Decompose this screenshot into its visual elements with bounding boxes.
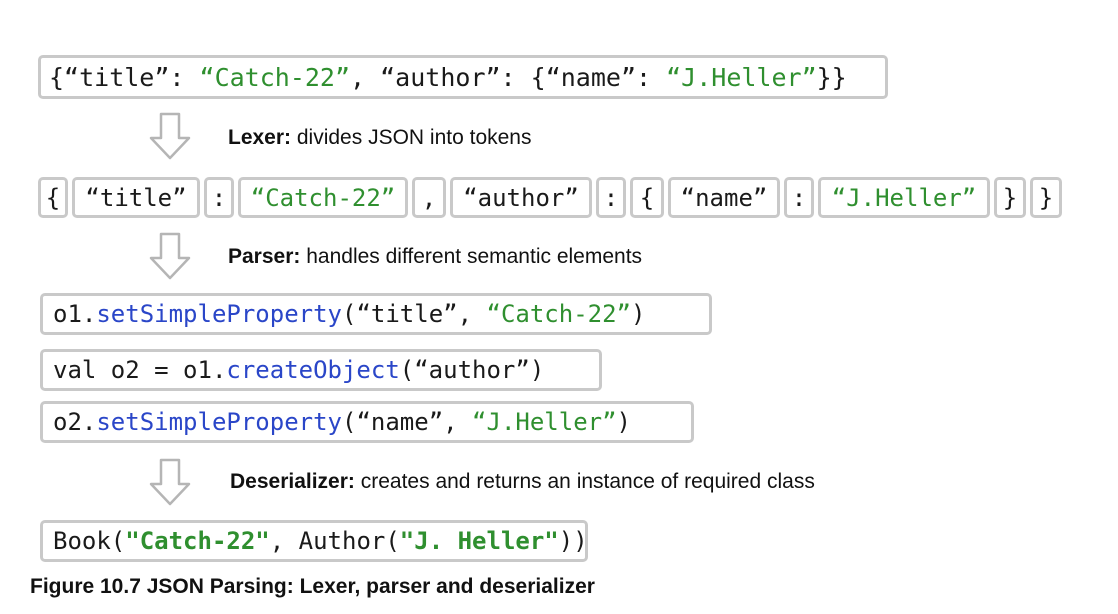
json-input-box: {“title”: “Catch-22”, “author”: {“name”:… (38, 55, 888, 99)
token: , (412, 177, 446, 218)
code-string: “Catch-22” (486, 300, 632, 328)
token: } (1030, 177, 1062, 218)
code-text: o1. (53, 300, 97, 328)
code-text: val o2 = o1. (53, 356, 227, 384)
deserializer-step-label: Deserializer: creates and returns an ins… (230, 470, 815, 494)
code-text: (“author”) (399, 356, 545, 384)
json-text-part: , “author”: {“name”: (350, 62, 667, 92)
result-string-author: "J. Heller" (399, 527, 559, 555)
code-text: ) (616, 408, 631, 436)
token: { (38, 177, 68, 218)
code-string: “J.Heller” (472, 408, 617, 436)
parser-description: handles different semantic elements (300, 245, 643, 268)
parser-code-line-1: o1. setSimpleProperty (“title”, “Catch-22”… (40, 293, 712, 335)
result-object-box: Book("Catch-22", Author("J. Heller")) (40, 520, 588, 562)
result-string-title: "Catch-22" (125, 527, 270, 555)
code-text: , Author( (269, 527, 400, 555)
token: “J.Heller” (818, 177, 990, 218)
json-string-title: “Catch-22” (199, 62, 351, 92)
token: “name” (668, 177, 780, 218)
figure-caption: Figure 10.7 JSON Parsing: Lexer, parser … (30, 575, 595, 598)
parser-code-line-3: o2. setSimpleProperty (“name”, “J.Heller”) (40, 401, 694, 443)
deserializer-description: creates and returns an instance of requi… (354, 470, 815, 493)
token: “author” (450, 177, 592, 218)
down-arrow-icon (149, 112, 191, 160)
lexer-description: divides JSON into tokens (291, 126, 532, 149)
code-text: )) (558, 527, 588, 555)
parser-code-line-2: val o2 = o1. createObject (“author”) (40, 349, 602, 391)
code-text: (“title”, (342, 300, 487, 328)
down-arrow-icon (149, 232, 191, 280)
token: “title” (72, 177, 200, 218)
parser-step-label: Parser: handles different semantic eleme… (228, 245, 642, 269)
code-text: (“name”, (342, 408, 473, 436)
lexer-step-label: Lexer: divides JSON into tokens (228, 126, 531, 150)
lexer-name: Lexer: (228, 126, 292, 149)
token: : (596, 177, 626, 218)
code-text: Book( (53, 527, 126, 555)
code-text: ) (631, 300, 646, 328)
down-arrow-icon (149, 458, 191, 506)
token: : (204, 177, 234, 218)
deserializer-name: Deserializer: (230, 470, 355, 493)
token: : (784, 177, 814, 218)
parser-name: Parser: (228, 245, 301, 268)
token: { (630, 177, 664, 218)
code-text: o2. (53, 408, 97, 436)
code-method: setSimpleProperty (96, 300, 342, 328)
json-text-part: }} (816, 62, 847, 92)
json-text-part: {“title”: (49, 62, 200, 92)
token: “Catch-22” (238, 177, 408, 218)
json-string-name: “J.Heller” (666, 62, 817, 92)
code-method: createObject (226, 356, 400, 384)
code-method: setSimpleProperty (96, 408, 342, 436)
token: } (994, 177, 1026, 218)
